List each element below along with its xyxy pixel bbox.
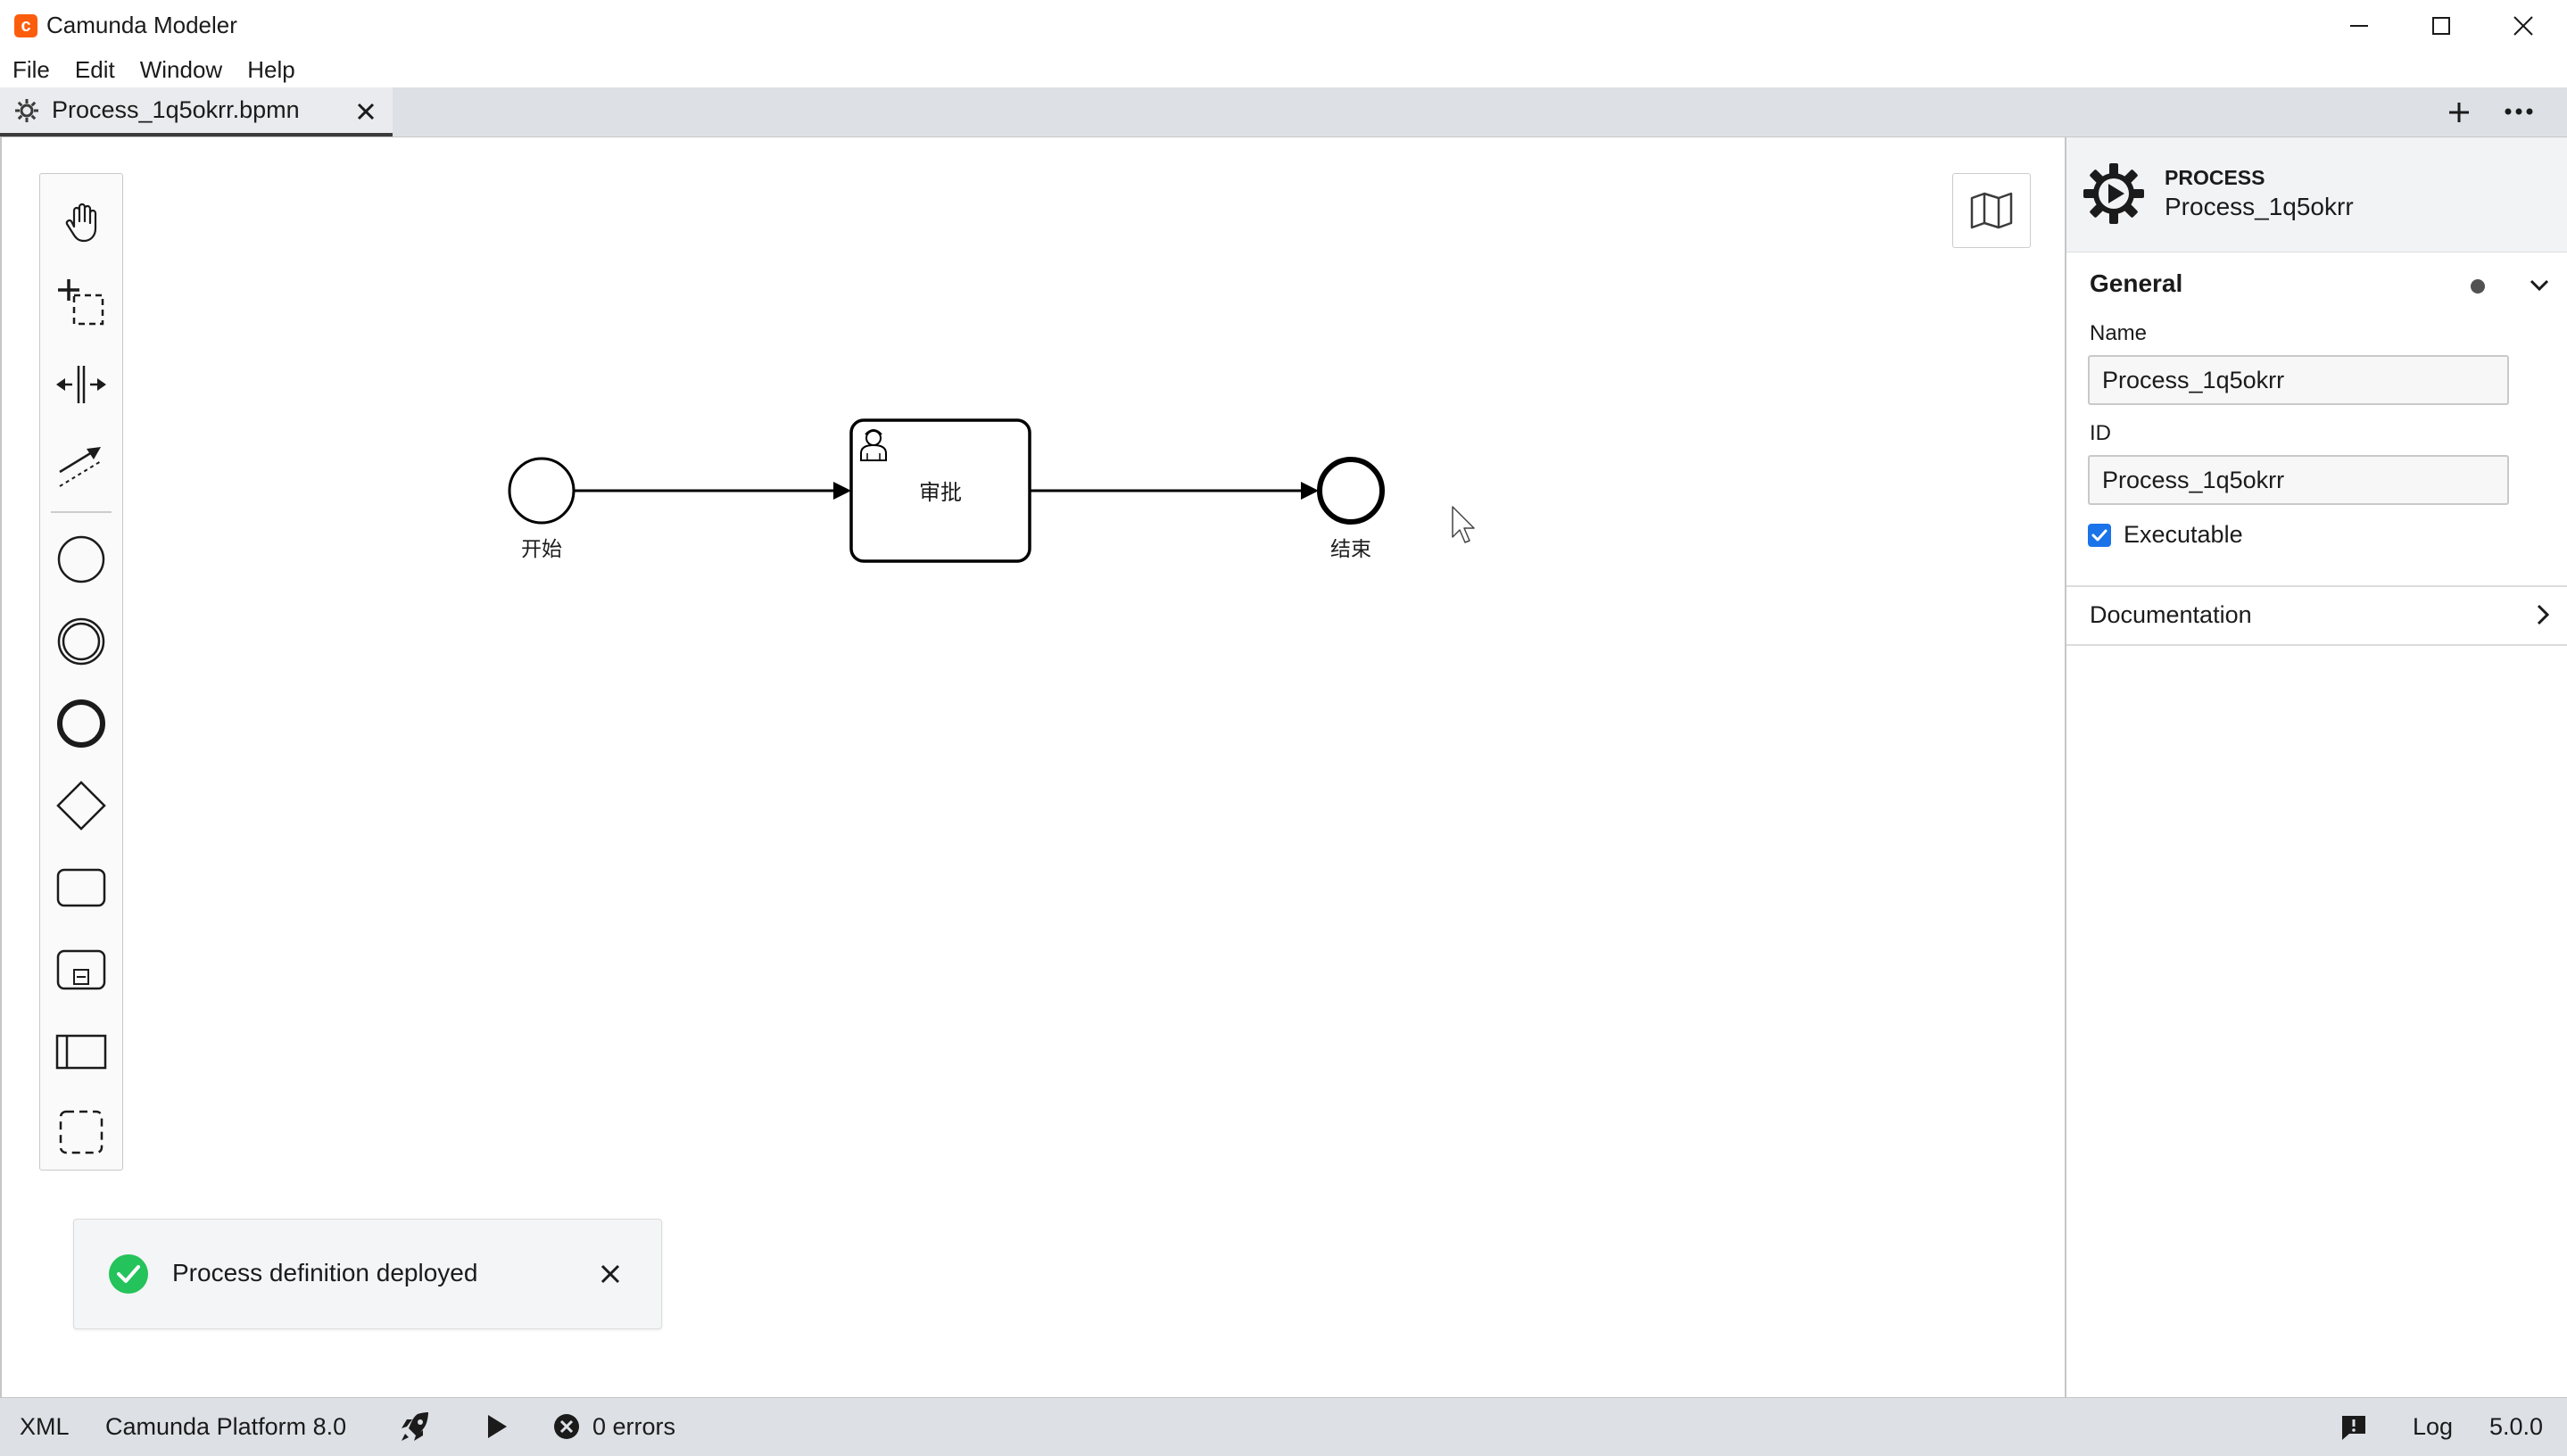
id-input[interactable] xyxy=(2088,455,2509,505)
close-tab-icon[interactable] xyxy=(357,103,375,120)
menu-file[interactable]: File xyxy=(0,52,62,87)
minimize-icon xyxy=(2350,25,2368,27)
window-title: Camunda Modeler xyxy=(46,12,237,38)
minimize-button[interactable] xyxy=(2318,0,2400,52)
xml-view-button[interactable]: XML xyxy=(20,1413,70,1441)
tab-bar: Process_1q5okrr.bpmn xyxy=(0,87,2567,137)
tab-process-file[interactable]: Process_1q5okrr.bpmn xyxy=(0,87,393,136)
title-bar: c Camunda Modeler xyxy=(0,0,2567,52)
errors-count[interactable]: 0 errors xyxy=(592,1413,675,1441)
section-general-title[interactable]: General xyxy=(2090,269,2182,298)
element-type: PROCESS xyxy=(2165,166,2265,189)
element-name: Process_1q5okrr xyxy=(2165,193,2354,220)
properties-header: PROCESS Process_1q5okrr xyxy=(2066,137,2567,252)
name-input[interactable] xyxy=(2088,355,2509,405)
close-icon xyxy=(2513,16,2533,36)
bpmn-canvas[interactable]: 开始 审批 结束 xyxy=(0,137,2065,1397)
start-event-label: 开始 xyxy=(521,537,562,560)
platform-selector[interactable]: Camunda Platform 8.0 xyxy=(105,1413,346,1441)
more-icon[interactable] xyxy=(2504,107,2534,116)
version-label: 5.0.0 xyxy=(2489,1413,2544,1440)
name-label: Name xyxy=(2090,321,2148,345)
start-event[interactable] xyxy=(508,457,576,525)
camunda-logo-icon: c xyxy=(14,14,37,37)
run-play-icon[interactable] xyxy=(485,1413,509,1440)
menu-window[interactable]: Window xyxy=(128,52,235,87)
plus-icon[interactable] xyxy=(2447,100,2472,125)
chevron-down-icon[interactable] xyxy=(2529,277,2550,294)
process-gear-icon xyxy=(2083,163,2144,224)
close-window-button[interactable] xyxy=(2482,0,2564,52)
changed-dot-icon xyxy=(2471,279,2485,294)
toast-message: Process definition deployed xyxy=(172,1259,478,1286)
executable-checkbox[interactable] xyxy=(2088,523,2111,547)
menu-bar: File Edit Window Help xyxy=(0,52,2567,87)
properties-panel: PROCESS Process_1q5okrr General Name ID … xyxy=(2065,137,2567,1397)
gear-icon xyxy=(15,98,38,122)
bpmn-diagram xyxy=(508,418,1475,563)
maximize-icon xyxy=(2432,17,2450,35)
executable-row: Executable xyxy=(2088,521,2243,549)
end-event[interactable] xyxy=(1317,457,1385,525)
mouse-cursor-icon xyxy=(1452,506,1475,543)
section-documentation-title[interactable]: Documentation xyxy=(2090,601,2252,629)
chevron-right-icon[interactable] xyxy=(2534,603,2552,626)
log-button[interactable]: Log xyxy=(2413,1413,2453,1441)
status-bar: XML Camunda Platform 8.0 0 errors Log 5.… xyxy=(0,1397,2567,1456)
tab-label: Process_1q5okrr.bpmn xyxy=(52,96,300,123)
menu-edit[interactable]: Edit xyxy=(62,52,128,87)
feedback-icon[interactable] xyxy=(2339,1413,2368,1442)
sequence-flow-2[interactable] xyxy=(1031,482,1319,500)
id-label: ID xyxy=(2090,421,2111,445)
close-toast-icon[interactable] xyxy=(600,1264,620,1284)
user-task-label: 审批 xyxy=(919,481,962,505)
maximize-button[interactable] xyxy=(2400,0,2482,52)
notification-toast: Process definition deployed xyxy=(73,1219,662,1329)
section-divider xyxy=(2066,644,2567,646)
deploy-rocket-icon[interactable] xyxy=(398,1410,432,1444)
section-divider xyxy=(2066,585,2567,587)
menu-help[interactable]: Help xyxy=(235,52,307,87)
executable-label: Executable xyxy=(2124,521,2243,548)
sequence-flow-1[interactable] xyxy=(575,482,851,500)
success-check-icon xyxy=(109,1254,148,1294)
end-event-label: 结束 xyxy=(1330,537,1371,560)
checkmark-icon xyxy=(2091,529,2107,541)
error-x-circle-icon xyxy=(554,1414,579,1439)
